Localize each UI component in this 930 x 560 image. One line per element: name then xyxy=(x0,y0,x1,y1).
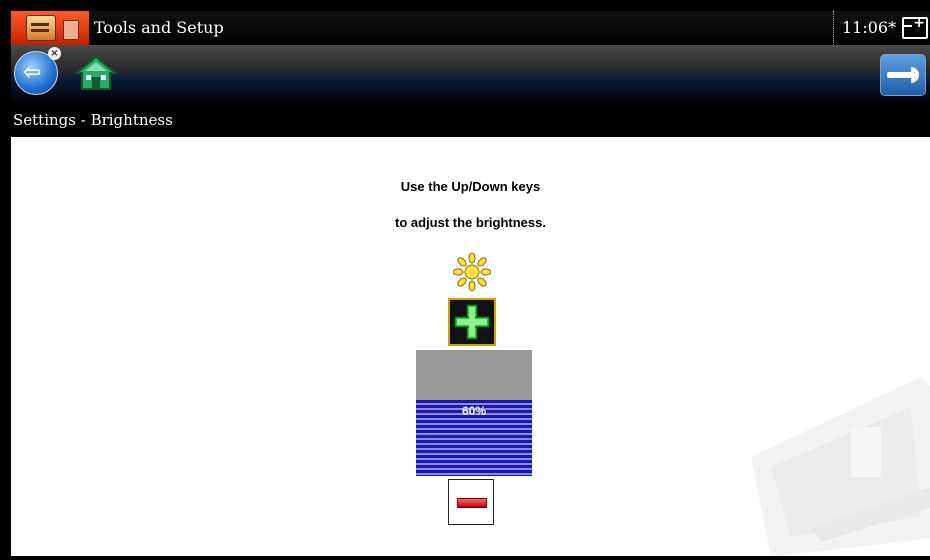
screen-bezel-left xyxy=(0,0,11,560)
title-bar: Tools and Setup 11:06* xyxy=(11,11,930,45)
screen-bezel-top xyxy=(0,0,930,11)
app-title: Tools and Setup xyxy=(94,18,224,37)
increase-brightness-button[interactable] xyxy=(448,298,496,346)
toolbar: ⇦ × xyxy=(11,45,930,103)
instruction-line-2: to adjust the brightness. xyxy=(395,215,546,230)
home-icon xyxy=(74,55,118,90)
brightness-level-bar: 60% xyxy=(416,350,532,476)
page-title: Settings - Brightness xyxy=(11,103,930,137)
plus-icon xyxy=(454,304,490,340)
device-screen: Tools and Setup 11:06* ⇦ × Settings - Br… xyxy=(0,0,930,560)
home-button[interactable] xyxy=(74,53,118,93)
background-watermark-graphic xyxy=(751,377,930,556)
brightness-value-label: 60% xyxy=(461,404,487,418)
clock: 11:06* xyxy=(833,11,896,45)
brightness-panel: Use the Up/Down keys to adjust the brigh… xyxy=(11,137,930,556)
battery-charging-icon xyxy=(902,15,928,39)
close-badge-icon: × xyxy=(48,47,61,60)
toolbox-icon xyxy=(11,11,89,45)
minus-icon xyxy=(457,498,487,508)
wrench-icon xyxy=(887,67,919,83)
tools-button[interactable] xyxy=(880,54,926,96)
screen-bezel-bottom xyxy=(0,556,930,560)
back-arrow-icon: ⇦ xyxy=(23,60,42,85)
instruction-line-1: Use the Up/Down keys xyxy=(400,179,541,194)
decrease-brightness-button[interactable] xyxy=(448,479,494,525)
back-button[interactable]: ⇦ × xyxy=(14,47,61,95)
sun-icon xyxy=(453,253,491,291)
